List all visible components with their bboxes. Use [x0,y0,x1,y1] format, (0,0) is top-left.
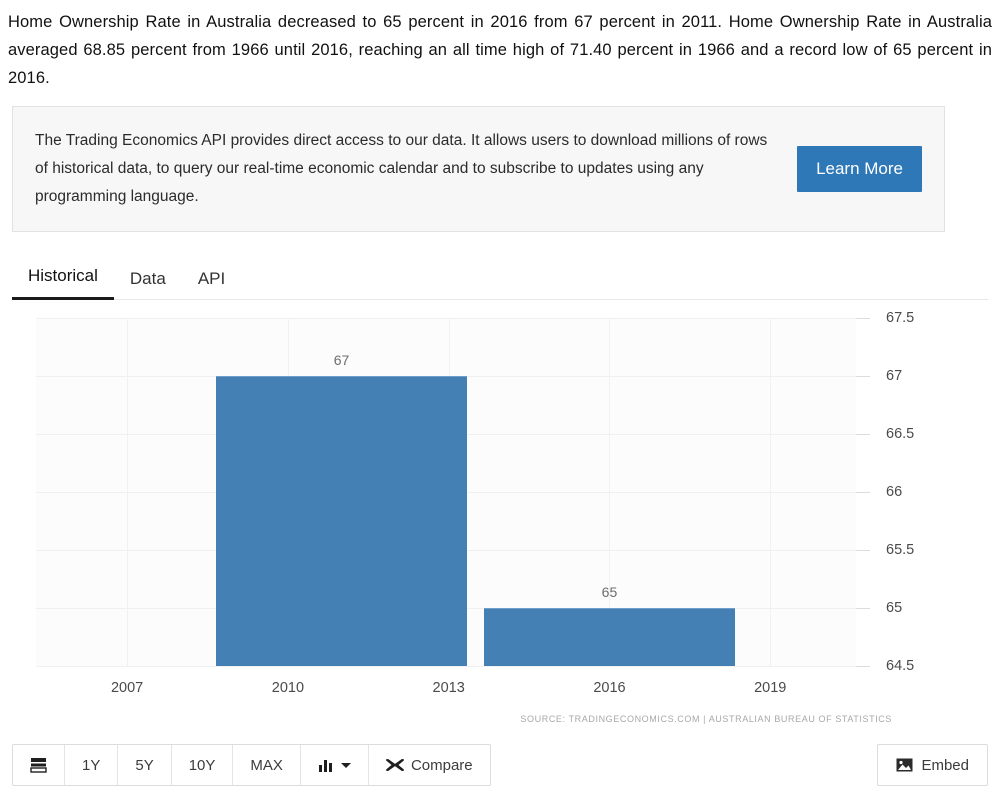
chart-bar[interactable] [483,608,736,666]
y-axis-tick-label: 64.5 [886,658,915,674]
image-icon [896,758,913,772]
gridline-horizontal [36,318,856,319]
gridline-vertical [127,318,129,666]
range-button-1y[interactable]: 1Y [65,745,119,785]
y-axis-tick-label: 65.5 [886,542,915,558]
learn-more-button[interactable]: Learn More [797,146,922,192]
compare-button[interactable]: Compare [368,745,490,785]
x-axis-tick-label: 2010 [271,680,305,696]
y-axis-tick-label: 67 [886,368,903,384]
y-axis-tick [856,492,870,493]
bar-chart-icon [318,758,334,772]
embed-label: Embed [921,756,969,774]
range-button-group: 1Y 5Y 10Y MAX Compare [12,744,491,786]
shuffle-icon [386,758,404,772]
chart-source-attribution: SOURCE: TRADINGECONOMICS.COM | AUSTRALIA… [520,714,892,724]
y-axis-tick [856,376,870,377]
y-axis-tick-label: 67.5 [886,310,915,326]
y-axis-tick [856,550,870,551]
x-axis-tick-label: 2016 [593,680,626,696]
compare-label: Compare [410,756,473,774]
tab-data[interactable]: Data [114,269,182,300]
range-button-10y[interactable]: 10Y [171,745,234,785]
y-axis-tick-label: 66.5 [886,426,915,442]
x-axis-tick-label: 2013 [432,680,465,696]
bar-value-label: 67 [333,352,350,368]
x-axis-tick-label: 2019 [754,680,787,696]
gridline-horizontal [36,666,856,667]
api-promo-text: The Trading Economics API provides direc… [35,132,768,205]
tab-bar: Historical Data API [12,254,988,300]
gridline-vertical [770,318,772,666]
y-axis-tick [856,608,870,609]
tab-historical[interactable]: Historical [12,266,114,300]
range-button-max[interactable]: MAX [233,745,301,785]
y-axis-tick [856,666,870,667]
bar-value-label: 65 [601,584,618,600]
embed-button[interactable]: Embed [877,744,988,786]
range-button-5y[interactable]: 5Y [118,745,172,785]
y-axis-tick [856,434,870,435]
calendar-range-button[interactable] [13,745,65,785]
chart-toolbar: 1Y 5Y 10Y MAX Compare Embed [12,744,988,786]
tab-api[interactable]: API [182,269,241,300]
chevron-down-icon [340,762,351,769]
calendar-icon [30,757,47,773]
chart-bar[interactable] [215,376,468,666]
y-axis-tick-label: 66 [886,484,903,500]
api-promo-box: The Trading Economics API provides direc… [12,106,945,232]
intro-paragraph: Home Ownership Rate in Australia decreas… [8,13,992,87]
x-axis-tick-label: 2007 [110,680,144,696]
chart-plot-area[interactable] [36,318,856,667]
chart-container[interactable]: 67.5 67 66.5 66 65.5 65 64.5 2007 2010 2013 2016 20… [12,308,988,728]
y-axis-tick-label: 65 [886,600,903,616]
chart-type-dropdown[interactable] [300,745,369,785]
y-axis-tick [856,318,870,319]
